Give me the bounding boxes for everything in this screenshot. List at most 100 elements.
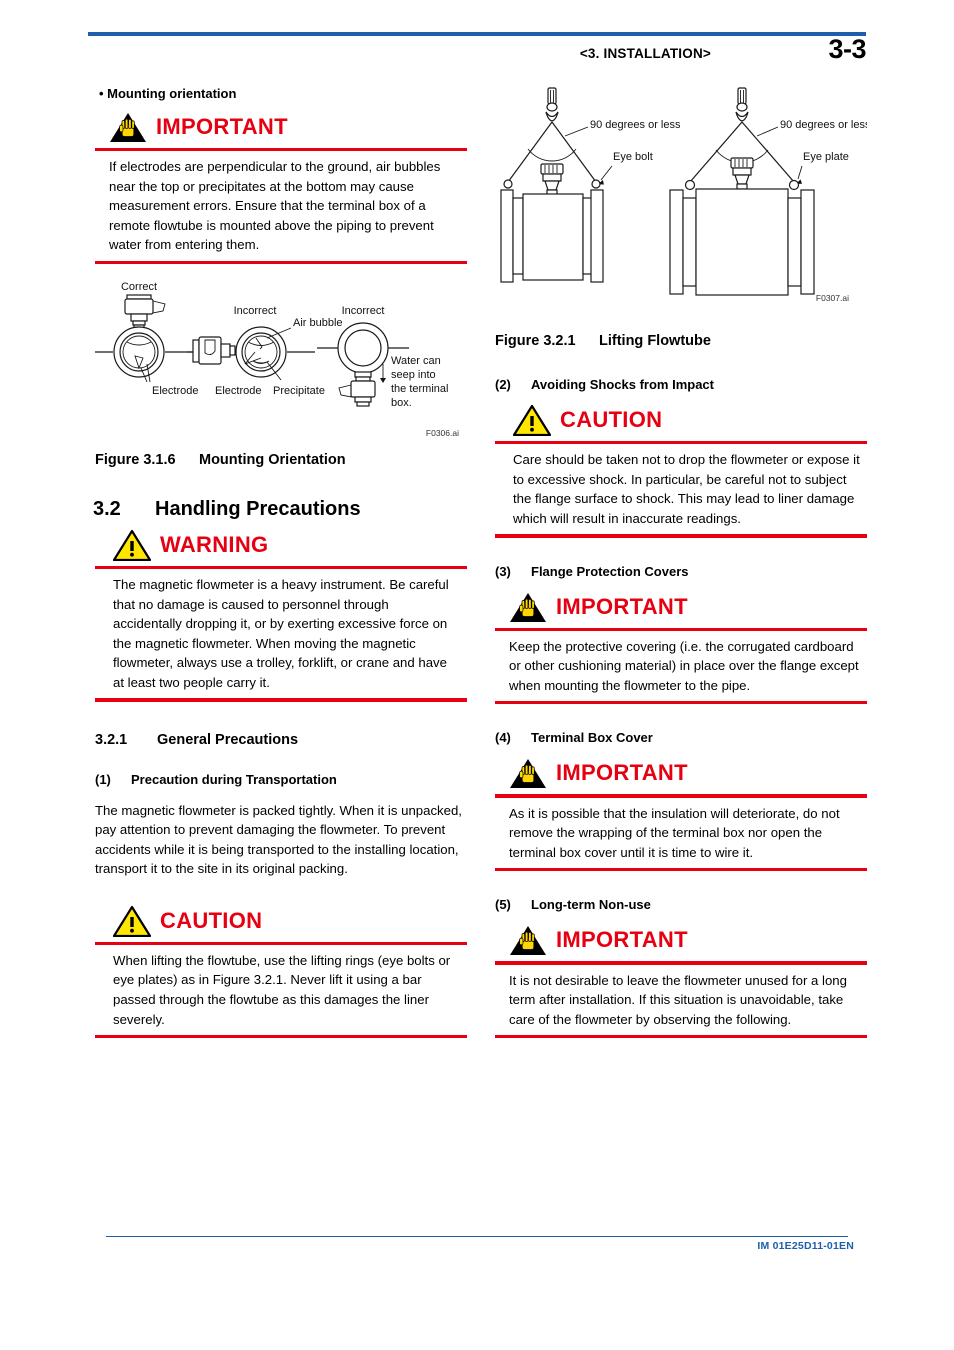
important-box-longterm: IMPORTANT It is not desirable to leave t… — [495, 920, 867, 1039]
important-box-mounting: IMPORTANT If electrodes are perpendicula… — [95, 107, 467, 265]
figure-3-2-1: 90 degrees or less Eye bolt 90 degrees o… — [495, 86, 867, 329]
item-4-title: Terminal Box Cover — [531, 730, 653, 746]
label-air-bubble: Air bubble — [293, 317, 343, 329]
caution-impact-text: Care should be taken not to drop the flo… — [513, 452, 860, 526]
header-divider-rule — [88, 32, 866, 36]
important-longterm-rule-bottom — [495, 1035, 867, 1039]
important-terminal-rule-bottom — [495, 868, 867, 872]
important-longterm-text: It is not desirable to leave the flowmet… — [509, 972, 847, 1027]
label-eye-plate: Eye plate — [803, 151, 849, 163]
item-2-number: (2) — [495, 377, 511, 392]
label-90-degrees-left: 90 degrees or less — [590, 119, 681, 131]
warning-exclamation-triangle-icon — [513, 404, 551, 436]
section-3-2-title: Handling Precautions — [155, 498, 361, 521]
document-page: <3. INSTALLATION> 3-3 • Mounting orienta… — [0, 0, 954, 1350]
important-box-flange: IMPORTANT Keep the protective covering (… — [495, 587, 867, 705]
figure-3-2-1-code: F0307.ai — [815, 293, 849, 303]
item-4-heading: (4) Terminal Box Cover — [495, 730, 867, 745]
footer-divider-rule — [106, 1236, 848, 1238]
important-terminal-label: IMPORTANT — [556, 760, 688, 786]
caution-box-impact: CAUTION Care should be taken not to drop… — [495, 400, 867, 538]
label-electrode-left: Electrode — [152, 385, 198, 397]
important-hand-triangle-icon — [510, 592, 546, 622]
important-hand-triangle-icon — [510, 926, 546, 956]
item-3-title: Flange Protection Covers — [531, 563, 689, 579]
caution-box-header: CAUTION — [95, 901, 467, 941]
important-longterm-label: IMPORTANT — [556, 927, 688, 953]
important-hand-triangle-icon — [510, 759, 546, 789]
item-5-number: (5) — [495, 897, 511, 913]
label-precipitate: Precipitate — [273, 385, 325, 397]
important-flange-label: IMPORTANT — [556, 593, 688, 619]
item-1-text: The magnetic flowmeter is packed tightly… — [95, 802, 462, 877]
item-5-title: Long-term Non-use — [531, 897, 651, 913]
item-1-number: (1) — [95, 771, 111, 787]
figure-3-1-6-code: F0306.ai — [425, 428, 459, 439]
caution-impact-header: CAUTION — [495, 400, 867, 440]
section-3-2-1-title: General Precautions — [157, 731, 299, 748]
document-code: IM 01E25D11-01EN — [757, 1240, 854, 1252]
label-incorrect-1: Incorrect — [234, 305, 277, 317]
mounting-orientation-heading: • Mounting orientation — [99, 86, 237, 101]
lifting-flowtube-diagram: 90 degrees or less Eye bolt 90 degrees o… — [500, 87, 867, 296]
caution-text: When lifting the flowtube, use the lifti… — [113, 952, 451, 1027]
label-incorrect-2: Incorrect — [342, 305, 385, 317]
item-4-number: (4) — [495, 730, 511, 746]
figure-3-2-1-caption: Figure 3.2.1 Lifting Flowtube — [495, 333, 867, 349]
important-terminal-text: As it is possible that the insulation wi… — [509, 805, 840, 860]
right-column: 90 degrees or less Eye bolt 90 degrees o… — [495, 86, 867, 1039]
figure-3-2-1-title: Lifting Flowtube — [599, 333, 711, 349]
label-water-1: Water can — [391, 355, 441, 367]
important-box-header: IMPORTANT — [95, 107, 467, 147]
section-3-2-heading: 3.2 Handling Precautions — [93, 498, 467, 521]
important-label: IMPORTANT — [156, 114, 288, 139]
warning-exclamation-triangle-icon — [113, 529, 151, 562]
warning-text: The magnetic flowmeter is a heavy instru… — [113, 577, 449, 690]
chapter-title: <3. INSTALLATION> — [579, 46, 711, 61]
warning-label: WARNING — [160, 532, 269, 558]
figure-3-1-6-caption: Figure 3.1.6 Mounting Orientation — [95, 452, 467, 468]
figure-3-1-6-number: Figure 3.1.6 — [95, 452, 176, 469]
important-flange-text: Keep the protective covering (i.e. the c… — [509, 638, 859, 693]
label-90-degrees-right: 90 degrees or less — [780, 119, 867, 131]
label-water-4: box. — [391, 397, 412, 409]
warning-exclamation-triangle-icon — [113, 905, 151, 937]
item-1-title: Precaution during Transportation — [131, 771, 337, 787]
label-eye-bolt: Eye bolt — [613, 151, 653, 163]
section-3-2-1-number: 3.2.1 — [95, 731, 128, 748]
important-text: If electrodes are perpendicular to the g… — [109, 159, 441, 253]
important-box-terminal: IMPORTANT As it is possible that the ins… — [495, 753, 867, 872]
important-flange-rule-bottom — [495, 701, 867, 705]
warning-box-header: WARNING — [95, 525, 467, 565]
figure-3-1-6-title: Mounting Orientation — [199, 452, 346, 469]
figure-3-1-6: Correct Electrode Incorrect Air bubble E… — [95, 276, 467, 444]
label-water-3: the terminal — [391, 383, 448, 395]
label-electrode-mid: Electrode — [215, 385, 261, 397]
warning-rule-bottom — [95, 698, 467, 702]
caution-impact-rule-bottom — [495, 534, 867, 538]
caution-rule-bottom — [95, 1035, 467, 1039]
mounting-orientation-diagram: Correct Electrode Incorrect Air bubble E… — [95, 281, 448, 409]
caution-box-lifting: CAUTION When lifting the flowtube, use t… — [95, 901, 467, 1039]
section-3-2-number: 3.2 — [93, 498, 121, 521]
important-terminal-header: IMPORTANT — [495, 753, 867, 793]
caution-label: CAUTION — [160, 907, 263, 933]
item-3-number: (3) — [495, 563, 511, 579]
item-2-heading: (2) Avoiding Shocks from Impact — [495, 377, 867, 392]
label-correct: Correct — [121, 281, 157, 293]
figure-3-2-1-number: Figure 3.2.1 — [495, 333, 576, 349]
important-rule-bottom — [95, 260, 467, 265]
left-column: • Mounting orientation IMPORTANT If elec… — [93, 86, 467, 1039]
label-water-2: seep into — [391, 369, 436, 381]
item-5-heading: (5) Long-term Non-use — [495, 897, 867, 912]
item-2-title: Avoiding Shocks from Impact — [531, 377, 714, 392]
caution-impact-label: CAUTION — [560, 407, 663, 432]
page-number: 3-3 — [828, 34, 866, 64]
warning-box-handling: WARNING The magnetic flowmeter is a heav… — [95, 525, 467, 702]
important-hand-triangle-icon — [110, 113, 146, 142]
important-longterm-header: IMPORTANT — [495, 920, 867, 960]
item-1-heading: (1) Precaution during Transportation — [95, 772, 467, 787]
section-3-2-1-heading: 3.2.1 General Precautions — [95, 732, 467, 748]
important-flange-header: IMPORTANT — [495, 587, 867, 627]
page-header: <3. INSTALLATION> 3-3 — [88, 34, 867, 76]
